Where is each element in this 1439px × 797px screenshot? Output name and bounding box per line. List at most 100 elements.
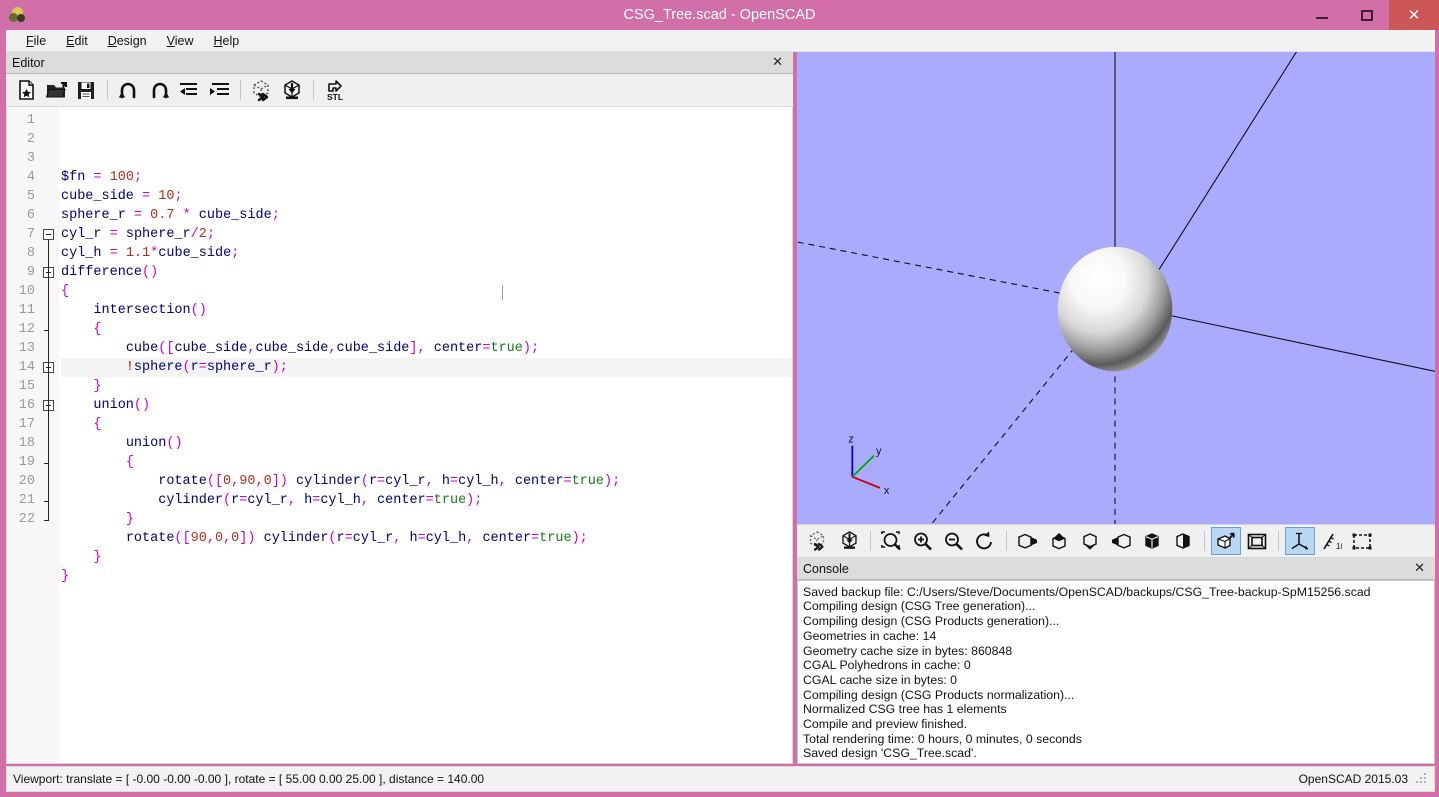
redo-icon[interactable] — [145, 77, 173, 104]
toolbar-separator — [313, 80, 314, 100]
code-line[interactable]: } — [61, 510, 792, 529]
console-line: Geometry cache size in bytes: 860848 — [803, 644, 1429, 659]
line-number: 2 — [7, 130, 59, 149]
editor-dock-close-icon[interactable]: ✕ — [768, 55, 787, 70]
code-line[interactable]: cyl_h = 1.1*cube_side; — [61, 244, 792, 263]
render-icon[interactable] — [834, 527, 864, 555]
view-back-icon[interactable] — [1168, 527, 1198, 555]
maximize-button[interactable] — [1344, 0, 1389, 30]
code-line[interactable]: cube([cube_side,cube_side,cube_side], ce… — [61, 339, 792, 358]
console-line: CGAL Polyhedrons in cache: 0 — [803, 658, 1429, 673]
view-front-icon[interactable] — [1137, 527, 1167, 555]
preview-icon[interactable] — [248, 77, 276, 104]
code-line[interactable]: cyl_r = sphere_r/2; — [61, 225, 792, 244]
code-line[interactable]: union() — [61, 396, 792, 415]
menu-item-help[interactable]: Help — [204, 32, 250, 50]
reset-view-icon[interactable] — [970, 527, 1000, 555]
window-controls: ✕ — [1299, 0, 1439, 30]
code-text[interactable]: $fn = 100;cube_side = 10;sphere_r = 0.7 … — [59, 107, 792, 763]
save-file-icon[interactable] — [72, 77, 100, 104]
close-button[interactable]: ✕ — [1389, 0, 1439, 30]
code-line[interactable]: { — [61, 453, 792, 472]
openscad-logo-icon — [9, 6, 27, 24]
zoom-all-icon[interactable] — [877, 527, 907, 555]
open-file-icon[interactable] — [42, 77, 70, 104]
svg-text:y: y — [876, 446, 882, 458]
preview-icon[interactable] — [803, 527, 833, 555]
unindent-icon[interactable] — [175, 77, 203, 104]
code-line[interactable]: { — [61, 320, 792, 339]
line-number: 12 — [7, 320, 59, 339]
text-caret — [502, 285, 503, 300]
code-line[interactable]: sphere_r = 0.7 * cube_side; — [61, 206, 792, 225]
code-line[interactable]: difference() — [61, 263, 792, 282]
menu-item-edit[interactable]: Edit — [56, 32, 98, 50]
orthogonal-view-icon[interactable] — [1242, 527, 1272, 555]
toolbar-separator — [1006, 531, 1007, 551]
line-number: 5 — [7, 187, 59, 206]
zoom-in-icon[interactable] — [908, 527, 938, 555]
new-file-icon[interactable] — [12, 77, 40, 104]
console-line: Compiling design (CSG Products generatio… — [803, 614, 1429, 629]
line-number: 11 — [7, 301, 59, 320]
code-line[interactable]: } — [61, 567, 792, 586]
console-dock-close-icon[interactable]: ✕ — [1410, 561, 1429, 576]
toolbar-separator — [1204, 531, 1205, 551]
show-edges-icon[interactable] — [1347, 527, 1377, 555]
line-number: 4 — [7, 168, 59, 187]
menu-item-view[interactable]: View — [157, 32, 204, 50]
code-line[interactable]: rotate([90,0,0]) cylinder(r=cyl_r, h=cyl… — [61, 529, 792, 548]
code-line[interactable]: !sphere(r=sphere_r); — [61, 358, 792, 377]
toolbar-separator — [240, 80, 241, 100]
code-line[interactable]: } — [61, 377, 792, 396]
code-line[interactable]: cube_side = 10; — [61, 187, 792, 206]
code-line[interactable]: { — [61, 282, 792, 301]
menu-item-file[interactable]: File — [16, 32, 56, 50]
zoom-out-icon[interactable] — [939, 527, 969, 555]
console-dock-label: Console — [803, 562, 849, 576]
show-axes-icon[interactable] — [1285, 527, 1315, 555]
line-number: 13 — [7, 339, 59, 358]
window-title: CSG_Tree.scad - OpenSCAD — [0, 0, 1439, 30]
minimize-button[interactable] — [1299, 0, 1344, 30]
render-icon[interactable] — [278, 77, 306, 104]
perspective-view-icon[interactable] — [1211, 527, 1241, 555]
menu-item-design[interactable]: Design — [98, 32, 157, 50]
fold-guide-line — [48, 278, 49, 331]
console-line: Compiling design (CSG Tree generation)..… — [803, 600, 1429, 615]
console-line: Saved design 'CSG_Tree.scad'. — [803, 747, 1429, 762]
line-number: 18 — [7, 434, 59, 453]
undo-icon[interactable] — [115, 77, 143, 104]
show-scale-markers-icon[interactable]: 10 — [1316, 527, 1346, 555]
view-left-icon[interactable] — [1106, 527, 1136, 555]
viewport-canvas: z y x — [797, 52, 1435, 524]
toolbar-separator — [107, 80, 108, 100]
code-editor[interactable]: 12345678910111213141516171819202122 $fn … — [6, 107, 793, 764]
export-stl-icon[interactable]: STL — [321, 77, 349, 104]
fold-guide-line — [48, 411, 49, 464]
line-number: 20 — [7, 472, 59, 491]
console-dock-title: Console ✕ — [797, 558, 1435, 580]
3d-viewport[interactable]: z y x — [797, 52, 1435, 524]
view-bottom-icon[interactable] — [1075, 527, 1105, 555]
code-line[interactable]: cylinder(r=cyl_r, h=cyl_h, center=true); — [61, 491, 792, 510]
indent-icon[interactable] — [205, 77, 233, 104]
code-line[interactable]: intersection() — [61, 301, 792, 320]
console-line: Saved backup file: C:/Users/Steve/Docume… — [803, 585, 1429, 600]
svg-text:x: x — [884, 485, 890, 497]
view-top-icon[interactable] — [1044, 527, 1074, 555]
menu-bar: File Edit Design View Help — [6, 30, 1435, 52]
code-line[interactable]: { — [61, 415, 792, 434]
code-line[interactable]: union() — [61, 434, 792, 453]
status-bar-right: OpenSCAD 2015.03 — [1299, 772, 1428, 786]
fold-guide-tick — [44, 463, 49, 464]
fold-marker[interactable] — [43, 229, 54, 240]
view-right-icon[interactable] — [1013, 527, 1043, 555]
status-bar: Viewport: translate = [ -0.00 -0.00 -0.0… — [6, 766, 1435, 792]
line-number-gutter: 12345678910111213141516171819202122 — [7, 107, 59, 763]
console-output[interactable]: Saved backup file: C:/Users/Steve/Docume… — [797, 580, 1435, 764]
resize-grip[interactable] — [1416, 773, 1428, 785]
code-line[interactable]: $fn = 100; — [61, 168, 792, 187]
code-line[interactable]: rotate([0,90,0]) cylinder(r=cyl_r, h=cyl… — [61, 472, 792, 491]
code-line[interactable]: } — [61, 548, 792, 567]
